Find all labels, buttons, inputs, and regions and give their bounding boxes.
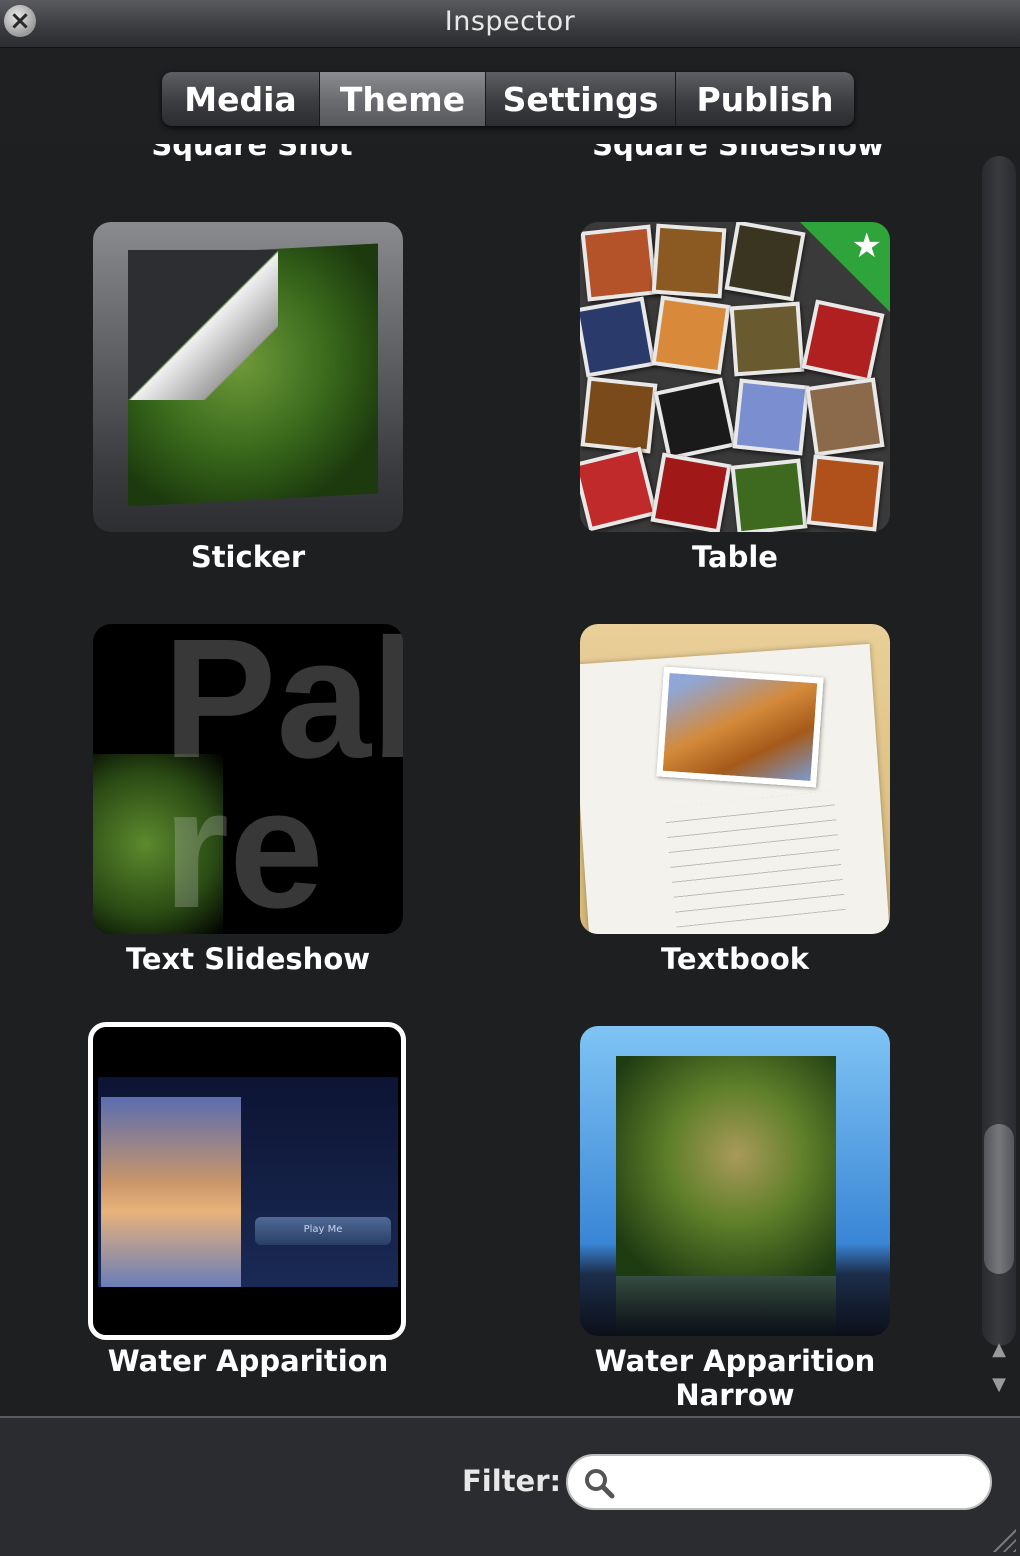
theme-item-textbook[interactable]: Textbook bbox=[555, 624, 975, 1004]
table-photo bbox=[650, 452, 732, 532]
table-photo bbox=[724, 222, 806, 302]
window-title: Inspector bbox=[444, 6, 576, 37]
theme-label-water-apparition: Water Apparition bbox=[107, 1344, 389, 1378]
water-apparition-thumbnail[interactable]: Play Me bbox=[88, 1022, 406, 1340]
tab-group: Media Theme Settings Publish bbox=[162, 72, 854, 126]
sticker-fold bbox=[128, 250, 278, 400]
theme-label-square-slideshow[interactable]: Square Slideshow bbox=[538, 144, 938, 162]
tab-publish[interactable]: Publish bbox=[676, 72, 854, 126]
table-photo bbox=[580, 446, 658, 532]
theme-label-textbook: Textbook bbox=[660, 942, 810, 976]
table-photo bbox=[651, 295, 731, 375]
water-apparition-narrow-thumbnail[interactable] bbox=[580, 1026, 890, 1336]
filter-field[interactable] bbox=[566, 1454, 992, 1510]
filter-input[interactable] bbox=[626, 1464, 976, 1502]
theme-label-table: Table bbox=[692, 540, 778, 574]
scroll-thumb[interactable] bbox=[984, 1124, 1014, 1274]
theme-label-text-slideshow: Text Slideshow bbox=[125, 942, 371, 976]
table-photo bbox=[732, 378, 810, 456]
table-photo bbox=[653, 377, 737, 461]
theme-item-sticker[interactable]: Sticker bbox=[68, 222, 488, 602]
textbook-photo bbox=[656, 666, 824, 788]
table-photo bbox=[580, 224, 658, 302]
scroll-down-arrow-icon[interactable]: ▼ bbox=[984, 1369, 1014, 1401]
tab-bar: Media Theme Settings Publish bbox=[0, 48, 1020, 144]
footer-bar: Filter: bbox=[0, 1416, 1020, 1556]
theme-item-text-slideshow[interactable]: Pabre Text Slideshow bbox=[68, 624, 488, 1004]
table-photo bbox=[730, 458, 808, 532]
title-bar[interactable]: × Inspector bbox=[0, 0, 1020, 48]
table-photo bbox=[806, 454, 884, 532]
table-photo bbox=[729, 301, 805, 377]
theme-label-square-shot[interactable]: Square Shot bbox=[52, 144, 452, 162]
theme-grid: Square Shot Square Slideshow Sticker ★ T… bbox=[0, 144, 980, 1416]
tab-media[interactable]: Media bbox=[162, 72, 320, 126]
theme-item-water-apparition-narrow[interactable]: Water Apparition Narrow bbox=[555, 1026, 975, 1412]
sticker-thumbnail[interactable] bbox=[93, 222, 403, 532]
table-photo bbox=[580, 376, 658, 454]
water-apparition-narrow-reflection bbox=[616, 1276, 836, 1336]
water-apparition-narrow-photo bbox=[616, 1056, 836, 1276]
resize-grip-icon[interactable] bbox=[986, 1522, 1016, 1552]
text-slideshow-thumbnail[interactable]: Pabre bbox=[93, 624, 403, 934]
theme-label-water-apparition-narrow: Water Apparition Narrow bbox=[594, 1344, 876, 1412]
theme-item-water-apparition[interactable]: Play Me Water Apparition bbox=[68, 1022, 488, 1406]
inspector-window: × Inspector Media Theme Settings Publish… bbox=[0, 0, 1020, 1556]
tab-theme[interactable]: Theme bbox=[320, 72, 486, 126]
vertical-scrollbar[interactable]: ▲ ▼ bbox=[980, 144, 1020, 1416]
scroll-up-arrow-icon[interactable]: ▲ bbox=[984, 1334, 1014, 1366]
textbook-handwriting bbox=[664, 790, 846, 928]
textbook-thumbnail[interactable] bbox=[580, 624, 890, 934]
theme-item-table[interactable]: ★ Table bbox=[555, 222, 975, 602]
text-slideshow-letters: Pabre bbox=[163, 624, 403, 934]
filter-label: Filter: bbox=[462, 1464, 562, 1498]
table-photo bbox=[580, 296, 656, 378]
theme-label-sticker: Sticker bbox=[190, 540, 306, 574]
search-icon bbox=[585, 1469, 615, 1499]
table-thumbnail[interactable]: ★ bbox=[580, 222, 890, 532]
star-icon: ★ bbox=[851, 226, 882, 266]
table-photo bbox=[805, 377, 885, 457]
water-apparition-photo bbox=[101, 1097, 241, 1287]
water-apparition-play-button: Play Me bbox=[255, 1217, 391, 1245]
tab-settings[interactable]: Settings bbox=[486, 72, 676, 126]
table-photo bbox=[651, 223, 727, 299]
